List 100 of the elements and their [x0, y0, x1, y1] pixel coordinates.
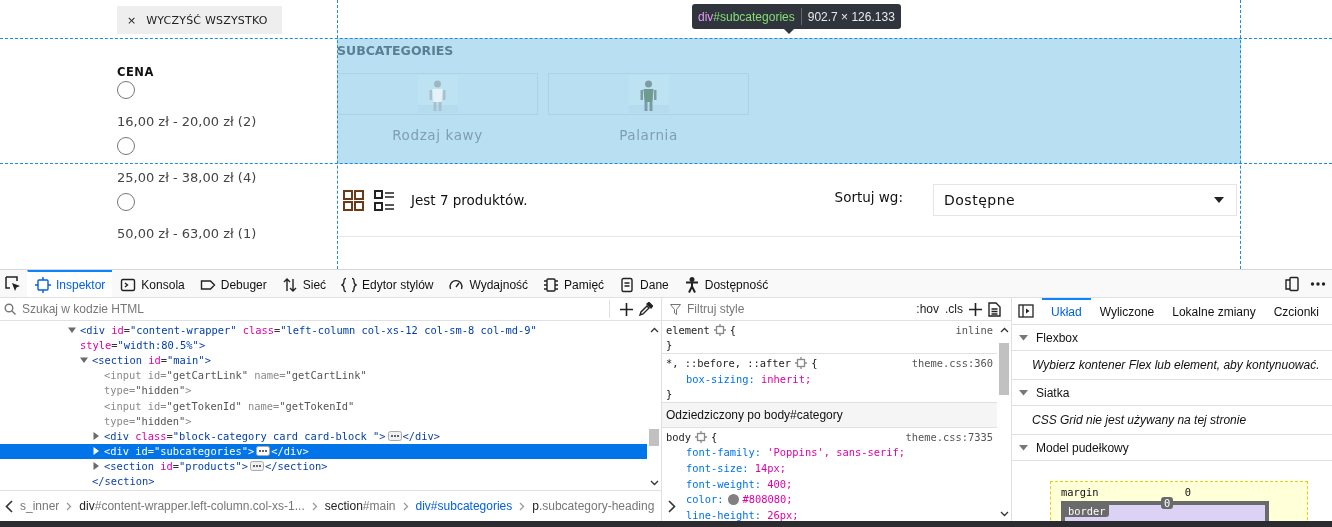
code-line[interactable]: type="hidden"> [104, 414, 192, 427]
style-filter-field[interactable]: Filtruj style [687, 302, 911, 316]
breadcrumb[interactable]: section#main [324, 499, 396, 513]
section-toggle-icon[interactable] [1019, 443, 1028, 452]
ellipsis-icon[interactable] [249, 461, 264, 472]
devtools-tab[interactable]: Konsola [112, 270, 192, 297]
color-swatch[interactable] [727, 493, 739, 505]
code-line[interactable]: <div id="subcategories"> [104, 445, 255, 458]
section-toggle-icon[interactable] [1019, 388, 1028, 397]
sidebar-tab[interactable]: Lokalne zmiany [1163, 298, 1265, 324]
breadcrumb[interactable]: p.subcategory-heading [532, 499, 655, 513]
breadcrumb[interactable]: div#content-wrapper.left-column.col-xs-1... [79, 499, 305, 513]
filter-icon [670, 303, 681, 315]
css-source-link[interactable]: inline [955, 323, 993, 336]
code-line[interactable]: <section id="products"> [104, 460, 248, 473]
grid-view-icon[interactable] [343, 189, 364, 211]
box-model-label: border [1065, 505, 1109, 517]
scroll-up-icon[interactable] [999, 327, 1009, 333]
collapse-arrow-icon[interactable] [80, 355, 88, 364]
code-line[interactable]: <input id="getCartLink" name="getCartLink" [104, 369, 367, 382]
section-title[interactable]: Model pudełkowy [1036, 440, 1129, 455]
devtools-tab[interactable]: Edytor stylów [333, 270, 441, 297]
css-declaration[interactable]: font-family: 'Poppins', sans-serif; [686, 446, 905, 459]
product-count: Jest 7 produktów. [411, 192, 528, 208]
margin-value[interactable]: 0 [1184, 486, 1191, 498]
scroll-right-icon[interactable] [668, 499, 677, 513]
add-node-icon[interactable] [620, 302, 633, 316]
code-line[interactable]: type="hidden"> [104, 384, 192, 397]
code-line[interactable]: <div class="block-category card card-block "> [104, 429, 386, 442]
eyedropper-icon[interactable] [639, 302, 653, 316]
target-icon[interactable] [795, 357, 808, 369]
breadcrumb[interactable]: div#subcategories [415, 499, 513, 513]
css-selector: body [666, 430, 692, 443]
toggle-button[interactable]: .cls [945, 302, 963, 316]
css-brace: } [666, 388, 673, 401]
target-icon[interactable] [695, 430, 708, 443]
document-icon[interactable] [988, 301, 1001, 317]
devtools-tab[interactable]: Pamięć [535, 270, 612, 297]
css-value[interactable]: #808080; [742, 493, 793, 506]
code-line[interactable]: <input id="getTokenId" name="getTokenId" [104, 399, 355, 412]
list-view-icon[interactable] [374, 189, 395, 211]
sort-label: Sortuj wg: [834, 189, 903, 205]
price-option-label[interactable]: 16,00 zł - 20,00 zł (2) [117, 109, 257, 135]
ellipsis-icon[interactable] [387, 430, 402, 441]
scrollbar-thumb[interactable] [999, 343, 1009, 395]
code-line[interactable]: <div id="content-wrapper" class="left-column col-xs-12 col-sm-8 col-md-9" [80, 323, 537, 336]
css-declaration[interactable]: box-sizing: inherit; [686, 372, 812, 385]
css-declaration[interactable]: font-weight: 400; [686, 477, 793, 490]
scroll-down-icon[interactable] [999, 511, 1009, 517]
html-search-field[interactable]: Szukaj w kodzie HTML [22, 302, 599, 316]
css-declaration[interactable]: font-size: 14px; [686, 461, 787, 474]
css-property[interactable]: color: [686, 493, 724, 506]
devtools-tab[interactable]: Wydajność [440, 270, 536, 297]
devtools-tab[interactable]: Dostępność [675, 270, 776, 297]
responsive-design-icon[interactable] [1284, 275, 1300, 292]
section-message: Wybierz kontener Flex lub element, aby kontynuować. [1012, 351, 1332, 380]
devtools-tab[interactable]: Debuger [191, 270, 274, 297]
scroll-left-icon[interactable] [5, 499, 13, 513]
sidebar-tab[interactable]: Czcionki [1264, 298, 1328, 324]
ellipsis-icon[interactable] [256, 446, 271, 457]
expand-arrow-icon[interactable] [92, 447, 100, 456]
devtools-tab[interactable]: Inspektor [27, 270, 113, 297]
collapse-arrow-icon[interactable] [68, 325, 76, 334]
target-icon[interactable] [713, 323, 726, 336]
css-source-link[interactable]: theme.css:360 [911, 357, 993, 369]
add-rule-icon[interactable] [969, 302, 982, 316]
section-title[interactable]: Siatka [1036, 385, 1070, 400]
scroll-up-icon[interactable] [649, 327, 659, 333]
section-title[interactable]: Flexbox [1036, 330, 1079, 345]
selected-row[interactable]: <div id="subcategories"> </div> [0, 443, 647, 459]
sort-dropdown[interactable]: Dostępne [933, 184, 1237, 216]
up-down-arrows-icon [281, 276, 298, 293]
price-option-label[interactable]: 25,00 zł - 38,00 zł (4) [117, 165, 257, 191]
chevron-icon [311, 501, 318, 511]
devtools-tab[interactable]: Sieć [273, 270, 334, 297]
code-line[interactable]: <section id="main"> [92, 353, 211, 366]
scrollbar-thumb[interactable] [649, 429, 659, 446]
sidebar-tab[interactable]: Wyliczone [1090, 298, 1164, 324]
devtools-tab[interactable]: Dane [611, 270, 676, 297]
price-option-label[interactable]: 50,00 zł - 63,00 zł (1) [117, 221, 257, 247]
box-model-label: margin [1061, 486, 1099, 498]
toggle-button[interactable]: :hov [916, 302, 939, 316]
code-line: </section> [264, 460, 328, 473]
expand-arrow-icon[interactable] [92, 431, 100, 440]
caret-icon [1214, 197, 1224, 203]
css-declaration[interactable]: line-height: 26px; [686, 508, 799, 521]
chevron-icon [519, 501, 526, 511]
element-picker-icon[interactable] [5, 275, 21, 292]
scroll-down-icon[interactable] [649, 480, 659, 486]
braces-icon [341, 276, 358, 293]
border-value[interactable]: 0 [1161, 497, 1174, 509]
sidebar-toggle-icon[interactable] [1018, 304, 1034, 318]
clear-all-button[interactable]: × WYCZYŚĆ WSZYSTKO [117, 6, 282, 34]
section-toggle-icon[interactable] [1019, 333, 1028, 342]
expand-arrow-icon[interactable] [92, 462, 100, 471]
code-line[interactable]: </section> [92, 475, 155, 488]
css-source-link[interactable]: theme.css:7335 [905, 430, 993, 443]
code-line[interactable]: style="width:80.5%"> [80, 338, 206, 351]
breadcrumb[interactable]: s_inner [20, 499, 60, 513]
sidebar-tab[interactable]: Układ [1042, 298, 1091, 324]
